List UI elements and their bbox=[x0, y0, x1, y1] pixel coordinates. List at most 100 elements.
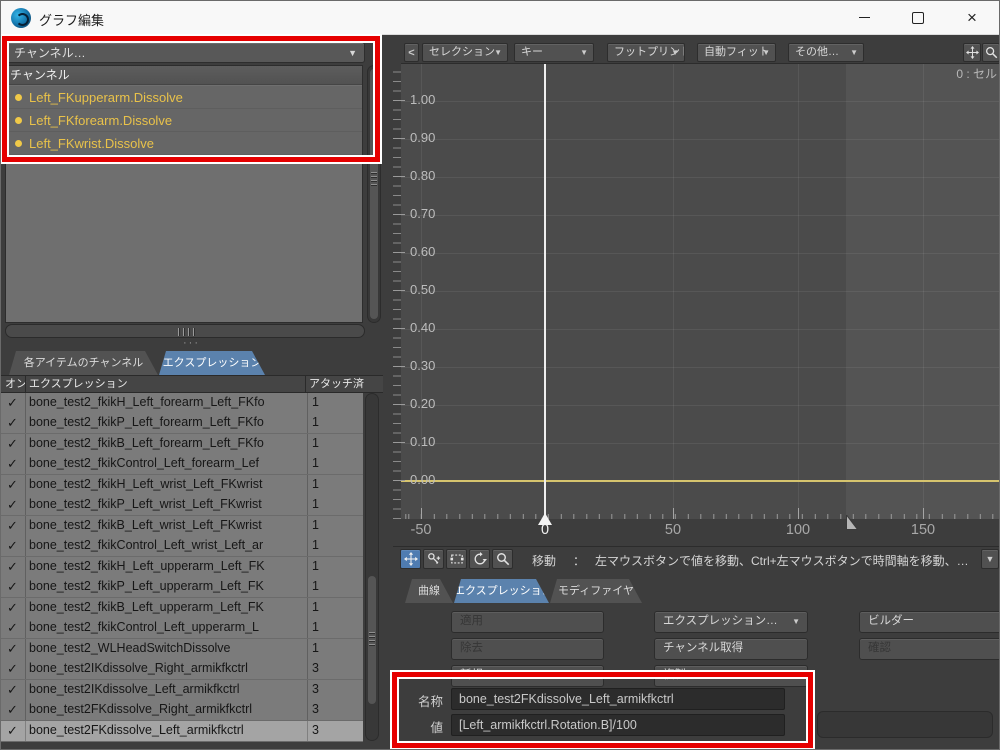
graph-menu-4[interactable]: 自動フィット▼ bbox=[697, 43, 776, 62]
checkmark-icon[interactable]: ✓ bbox=[7, 620, 18, 636]
expression-table-scrollbar[interactable] bbox=[365, 393, 379, 741]
y-axis-label: 0.00 bbox=[410, 472, 435, 487]
channel-bin[interactable]: チャンネル Left_FKupperarm.DissolveLeft_FKfor… bbox=[5, 65, 363, 323]
checkmark-icon[interactable]: ✓ bbox=[7, 518, 18, 534]
checkmark-icon[interactable]: ✓ bbox=[7, 477, 18, 493]
expression-row[interactable]: ✓bone_test2_fkikB_Left_forearm_Left_FKfo… bbox=[1, 434, 363, 455]
apply-button[interactable]: 適用 bbox=[451, 611, 604, 633]
channel-dropdown[interactable]: チャンネル… ▼ bbox=[5, 42, 365, 63]
checkmark-icon[interactable]: ✓ bbox=[7, 661, 18, 677]
channel-list-item[interactable]: Left_FKwrist.Dissolve bbox=[6, 132, 362, 155]
expression-row[interactable]: ✓bone_test2_fkikControl_Left_upperarm_L1 bbox=[1, 618, 363, 639]
move-tool-button[interactable] bbox=[400, 549, 421, 569]
checkmark-icon[interactable]: ✓ bbox=[7, 682, 18, 698]
y-axis-label: 0.40 bbox=[410, 320, 435, 335]
checkmark-icon[interactable]: ✓ bbox=[7, 456, 18, 472]
checkmark-icon[interactable]: ✓ bbox=[7, 559, 18, 575]
attached-count: 3 bbox=[312, 702, 319, 716]
value-input[interactable]: [Left_armikfkctrl.Rotation.B]/100 bbox=[451, 714, 785, 736]
splitter-dots[interactable]: ··· bbox=[183, 337, 200, 349]
expression-row[interactable]: ✓bone_test2FKdissolve_Right_armikfkctrl3 bbox=[1, 700, 363, 721]
expression-row[interactable]: ✓bone_test2IKdissolve_Left_armikfkctrl3 bbox=[1, 680, 363, 701]
status-menu-button[interactable]: ▼ bbox=[981, 549, 999, 569]
get-channel-button[interactable]: チャンネル取得 bbox=[654, 638, 808, 660]
x-axis-label: 50 bbox=[648, 522, 698, 538]
panel-splitter[interactable] bbox=[5, 324, 365, 338]
expression-row[interactable]: ✓bone_test2_fkikControl_Left_forearm_Lef… bbox=[1, 454, 363, 475]
tab-modifiers[interactable]: モディファイヤ bbox=[550, 579, 642, 603]
tab-expression[interactable]: エクスプレッション bbox=[454, 579, 549, 603]
tab-expressions[interactable]: エクスプレッション bbox=[159, 351, 265, 375]
add-key-tool-button[interactable] bbox=[423, 549, 444, 569]
name-input[interactable]: bone_test2FKdissolve_Left_armikfkctrl bbox=[451, 688, 785, 710]
channel-list-item[interactable]: Left_FKforearm.Dissolve bbox=[6, 109, 362, 132]
zoom-view-button[interactable] bbox=[982, 43, 1000, 62]
channel-dropdown-label: チャンネル… bbox=[14, 46, 86, 60]
playhead-line[interactable] bbox=[544, 64, 546, 519]
expression-row[interactable]: ✓bone_test2_fkikP_Left_upperarm_Left_FK1 bbox=[1, 577, 363, 598]
selection-count-status: 0 : セル bbox=[1, 65, 997, 82]
checkmark-icon[interactable]: ✓ bbox=[7, 538, 18, 554]
graph-menu-1[interactable]: セレクション▼ bbox=[422, 43, 508, 62]
chevron-down-icon: ▼ bbox=[494, 44, 502, 61]
tab-curves[interactable]: 曲線 bbox=[405, 579, 453, 603]
expression-row[interactable]: ✓bone_test2_fkikB_Left_upperarm_Left_FK1 bbox=[1, 598, 363, 619]
checkmark-icon[interactable]: ✓ bbox=[7, 415, 18, 431]
graph-menu-5[interactable]: その他…▼ bbox=[788, 43, 864, 62]
expression-row[interactable]: ✓ bone_test2_fkikB_Left_wrist_Left_FKwris… bbox=[1, 516, 363, 537]
y-axis-label: 0.10 bbox=[410, 434, 435, 449]
channel-list-item[interactable]: Left_FKupperarm.Dissolve bbox=[6, 86, 362, 109]
expression-row[interactable]: ✓bone_test2_fkikH_Left_wrist_Left_FKwris… bbox=[1, 475, 363, 496]
expression-row[interactable]: ✓bone_test2_fkikP_Left_forearm_Left_FKfo… bbox=[1, 413, 363, 434]
checkmark-icon[interactable]: ✓ bbox=[7, 497, 18, 513]
back-button[interactable]: < bbox=[404, 43, 419, 62]
tab-item-channels[interactable]: 各アイテムのチャンネル bbox=[9, 351, 158, 375]
expression-row[interactable]: ✓bone_test2_fkikH_Left_forearm_Left_FKfo… bbox=[1, 393, 363, 414]
chevron-down-icon: ▼ bbox=[580, 44, 588, 61]
graph-menu-3[interactable]: フットプリント▼ bbox=[607, 43, 685, 62]
graph-canvas[interactable] bbox=[401, 63, 1000, 519]
expression-menu-button[interactable]: エクスプレッション… ▼ bbox=[654, 611, 808, 633]
checkmark-icon[interactable]: ✓ bbox=[7, 641, 18, 657]
expression-row[interactable]: ✓bone_test2IKdissolve_Right_armikfkctrl3 bbox=[1, 659, 363, 680]
expression-name: bone_test2_fkikB_Left_wrist_Left_FKwrist bbox=[29, 518, 305, 532]
builder-button[interactable]: ビルダー bbox=[859, 611, 1000, 633]
curve-line[interactable] bbox=[401, 480, 1000, 482]
expression-row[interactable]: ✓bone_test2_fkikP_Left_wrist_Left_FKwris… bbox=[1, 495, 363, 516]
attached-count: 3 bbox=[312, 682, 319, 696]
expression-table-header: オン エクスプレッション アタッチ済 bbox=[1, 375, 383, 393]
checkmark-icon[interactable]: ✓ bbox=[7, 436, 18, 452]
name-field-label: 名称 bbox=[399, 691, 443, 710]
range-end-marker[interactable] bbox=[846, 515, 859, 531]
new-button[interactable]: 新規 bbox=[451, 665, 604, 687]
channel-dot-icon bbox=[15, 140, 22, 147]
close-button[interactable]: × bbox=[949, 1, 995, 34]
scrollbar-thumb[interactable] bbox=[370, 69, 378, 319]
duplicate-button[interactable]: 複製 bbox=[654, 665, 808, 687]
expression-row[interactable]: ✓bone_test2_fkikH_Left_upperarm_Left_FK1 bbox=[1, 557, 363, 578]
minimize-button[interactable] bbox=[841, 1, 887, 34]
checkmark-icon[interactable]: ✓ bbox=[7, 579, 18, 595]
roll-tool-button[interactable] bbox=[469, 549, 490, 569]
remove-button[interactable]: 除去 bbox=[451, 638, 604, 660]
checkmark-icon[interactable]: ✓ bbox=[7, 702, 18, 718]
expression-row[interactable]: ✓bone_test2_WLHeadSwitchDissolve1 bbox=[1, 639, 363, 660]
y-axis-label: 0.60 bbox=[410, 244, 435, 259]
empty-field[interactable] bbox=[817, 711, 993, 738]
cycle-arrows-icon bbox=[473, 552, 487, 566]
channel-bin-scrollbar[interactable] bbox=[367, 65, 381, 323]
attached-count: 1 bbox=[312, 456, 319, 470]
checkmark-icon[interactable]: ✓ bbox=[7, 600, 18, 616]
expression-row[interactable]: ✓bone_test2_fkikControl_Left_wrist_Left_… bbox=[1, 536, 363, 557]
stretch-tool-button[interactable] bbox=[446, 549, 467, 569]
tool-hint-text: 左マウスボタンで値を移動、Ctrl+左マウスボタンで時間軸を移動、… bbox=[595, 552, 970, 569]
expression-row[interactable]: ✓bone_test2FKdissolve_Left_armikfkctrl3 bbox=[1, 721, 363, 742]
checkmark-icon[interactable]: ✓ bbox=[7, 395, 18, 411]
pan-view-button[interactable] bbox=[963, 43, 981, 62]
scrollbar-thumb[interactable] bbox=[368, 576, 376, 704]
maximize-button[interactable] bbox=[895, 1, 941, 34]
zoom-tool-button[interactable] bbox=[492, 549, 513, 569]
graph-menu-2[interactable]: キー▼ bbox=[514, 43, 594, 62]
checkmark-icon[interactable]: ✓ bbox=[7, 723, 18, 739]
confirm-button[interactable]: 確認 bbox=[859, 638, 1000, 660]
